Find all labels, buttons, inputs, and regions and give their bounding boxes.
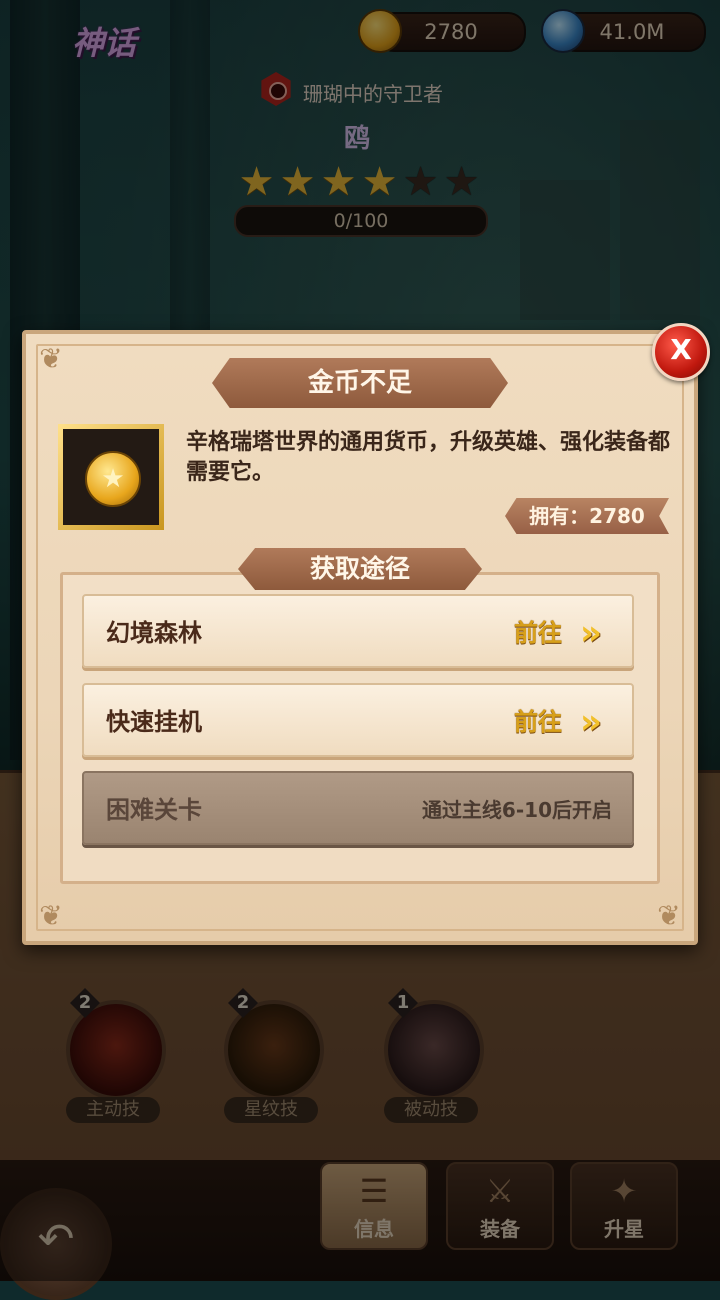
route-hard-stage: 困难关卡 通过主线6-10后开启	[82, 771, 634, 845]
route-name: 快速挂机	[106, 708, 202, 736]
item-icon-frame	[58, 424, 164, 530]
item-description: 辛格瑞塔世界的通用货币，升级英雄、强化装备都需要它。	[186, 430, 671, 485]
goto-button[interactable]: 前往	[514, 596, 562, 670]
route-name: 困难关卡	[106, 796, 202, 824]
coin-icon	[85, 451, 141, 507]
chevron-right-icon[interactable]: »	[580, 685, 602, 759]
owned-count-badge: 拥有：2780	[505, 498, 669, 534]
route-quick-idle[interactable]: 快速挂机 前往 »	[82, 683, 634, 757]
close-button[interactable]: X	[652, 323, 710, 381]
unlock-requirement: 通过主线6-10后开启	[421, 798, 612, 822]
goto-button[interactable]: 前往	[514, 685, 562, 759]
corner-ornament-icon: ❦	[39, 342, 63, 375]
route-name: 幻境森林	[106, 619, 202, 647]
dialog-title: 金币不足	[212, 358, 508, 408]
corner-ornament-icon: ❦	[657, 899, 681, 932]
corner-ornament-icon: ❦	[39, 899, 63, 932]
route-fantasy-forest[interactable]: 幻境森林 前往 »	[82, 594, 634, 668]
item-icon-background	[63, 429, 159, 525]
routes-title: 获取途径	[238, 548, 482, 590]
chevron-right-icon[interactable]: »	[580, 596, 602, 670]
